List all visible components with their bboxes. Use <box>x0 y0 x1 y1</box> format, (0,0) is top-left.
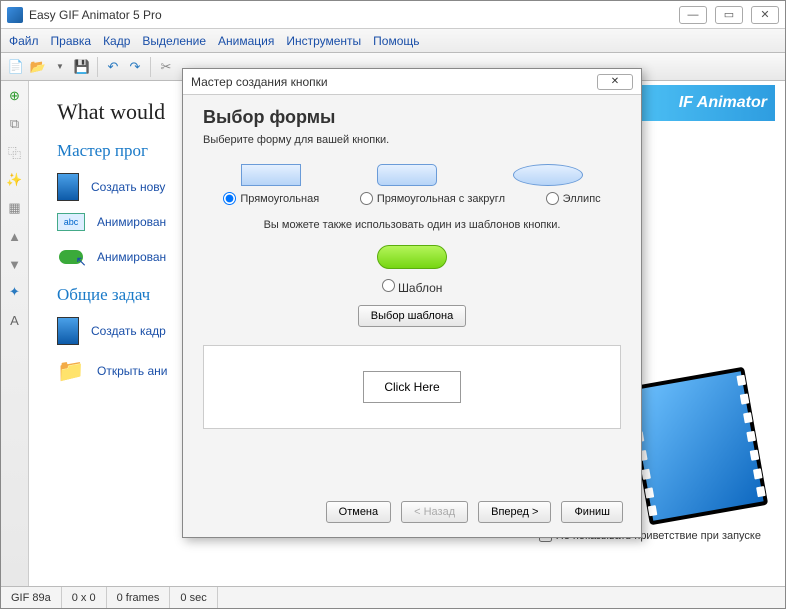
finish-button[interactable]: Финиш <box>561 501 623 523</box>
dialog-body: Выбор формы Выберите форму для вашей кно… <box>183 95 641 491</box>
radio-template-input[interactable] <box>382 279 395 292</box>
shape-radio-row: Прямоугольная Прямоугольная с закругл Эл… <box>203 192 621 205</box>
add-frame-icon[interactable]: ⊕ <box>4 85 26 107</box>
window-title: Easy GIF Animator 5 Pro <box>29 8 679 22</box>
button-cursor-icon: ↖ <box>57 243 85 271</box>
maximize-button[interactable]: ▭ <box>715 6 743 24</box>
open-icon[interactable]: 📂 <box>29 58 47 76</box>
radio-rect-input[interactable] <box>223 192 236 205</box>
radio-roundrect-input[interactable] <box>360 192 373 205</box>
film-decor-icon <box>626 367 768 526</box>
dialog-title: Мастер создания кнопки <box>191 75 597 89</box>
radio-rect-label: Прямоугольная <box>240 193 319 205</box>
menu-edit[interactable]: Правка <box>51 34 92 48</box>
text-icon[interactable]: A <box>4 309 26 331</box>
menu-tools[interactable]: Инструменты <box>286 34 361 48</box>
status-dimensions: 0 x 0 <box>62 587 107 608</box>
dialog-titlebar: Мастер создания кнопки ✕ <box>183 69 641 95</box>
dropdown-icon[interactable]: ▼ <box>51 58 69 76</box>
film-icon <box>57 317 79 345</box>
effects-icon[interactable]: ✦ <box>4 281 26 303</box>
main-window: Easy GIF Animator 5 Pro ― ▭ ✕ Файл Правк… <box>0 0 786 609</box>
task-label: Открыть ани <box>97 364 167 378</box>
folder-icon: 📁 <box>57 357 85 385</box>
menu-frame[interactable]: Кадр <box>103 34 130 48</box>
radio-template-label: Шаблон <box>398 281 442 295</box>
dialog-heading: Выбор формы <box>203 107 621 128</box>
banner: IF Animator <box>635 85 775 121</box>
radio-template-row: Шаблон <box>203 279 621 295</box>
undo-icon[interactable]: ↶ <box>104 58 122 76</box>
button-wizard-dialog: Мастер создания кнопки ✕ Выбор формы Выб… <box>182 68 642 538</box>
frame-props-icon[interactable]: ▦ <box>4 197 26 219</box>
titlebar: Easy GIF Animator 5 Pro ― ▭ ✕ <box>1 1 785 29</box>
minimize-button[interactable]: ― <box>679 6 707 24</box>
next-button[interactable]: Вперед > <box>478 501 551 523</box>
task-label: Создать кадр <box>91 324 166 338</box>
text-box-icon: abc <box>57 213 85 231</box>
task-label: Анимирован <box>97 215 166 229</box>
radio-template[interactable]: Шаблон <box>382 281 443 295</box>
back-button[interactable]: < Назад <box>401 501 468 523</box>
select-template-button[interactable]: Выбор шаблона <box>358 305 466 327</box>
status-duration: 0 sec <box>170 587 217 608</box>
statusbar: GIF 89a 0 x 0 0 frames 0 sec <box>1 586 785 608</box>
duplicate-icon[interactable]: ⧉ <box>4 113 26 135</box>
dialog-footer: Отмена < Назад Вперед > Финиш <box>183 491 641 537</box>
merge-icon[interactable]: ⿻ <box>4 141 26 163</box>
ellipse-preview <box>513 164 583 186</box>
film-icon <box>57 173 79 201</box>
menubar: Файл Правка Кадр Выделение Анимация Инст… <box>1 29 785 53</box>
wizard-icon[interactable]: ✨ <box>4 169 26 191</box>
menu-selection[interactable]: Выделение <box>142 34 206 48</box>
save-icon[interactable]: 💾 <box>73 58 91 76</box>
menu-file[interactable]: Файл <box>9 34 39 48</box>
dialog-subtitle: Выберите форму для вашей кнопки. <box>203 134 621 146</box>
task-label: Анимирован <box>97 250 166 264</box>
roundrect-preview <box>377 164 437 186</box>
template-preview <box>377 245 447 269</box>
radio-roundrect[interactable]: Прямоугольная с закругл <box>360 192 505 205</box>
move-down-icon[interactable]: ▼ <box>4 253 26 275</box>
cancel-button[interactable]: Отмена <box>326 501 391 523</box>
radio-roundrect-label: Прямоугольная с закругл <box>377 193 505 205</box>
cut-icon[interactable]: ✂ <box>157 58 175 76</box>
radio-rect[interactable]: Прямоугольная <box>223 192 319 205</box>
menu-animation[interactable]: Анимация <box>218 34 274 48</box>
template-note: Вы можете также использовать один из шаб… <box>203 219 621 231</box>
rect-preview <box>241 164 301 186</box>
separator <box>97 57 98 77</box>
move-up-icon[interactable]: ▲ <box>4 225 26 247</box>
task-label: Создать нову <box>91 180 165 194</box>
shape-preview-row <box>203 164 621 186</box>
radio-ellipse-input[interactable] <box>546 192 559 205</box>
radio-ellipse-label: Эллипс <box>563 193 601 205</box>
separator <box>150 57 151 77</box>
left-toolbar: ⊕ ⧉ ⿻ ✨ ▦ ▲ ▼ ✦ A <box>1 81 29 586</box>
preview-button[interactable]: Click Here <box>363 371 460 403</box>
close-button[interactable]: ✕ <box>751 6 779 24</box>
new-icon[interactable]: 📄 <box>7 58 25 76</box>
radio-ellipse[interactable]: Эллипс <box>546 192 601 205</box>
status-spacer <box>218 587 785 608</box>
menu-help[interactable]: Помощь <box>373 34 419 48</box>
preview-box: Click Here <box>203 345 621 429</box>
app-icon <box>7 7 23 23</box>
dialog-close-button[interactable]: ✕ <box>597 74 633 90</box>
status-frames: 0 frames <box>107 587 171 608</box>
redo-icon[interactable]: ↷ <box>126 58 144 76</box>
status-format: GIF 89a <box>1 587 62 608</box>
